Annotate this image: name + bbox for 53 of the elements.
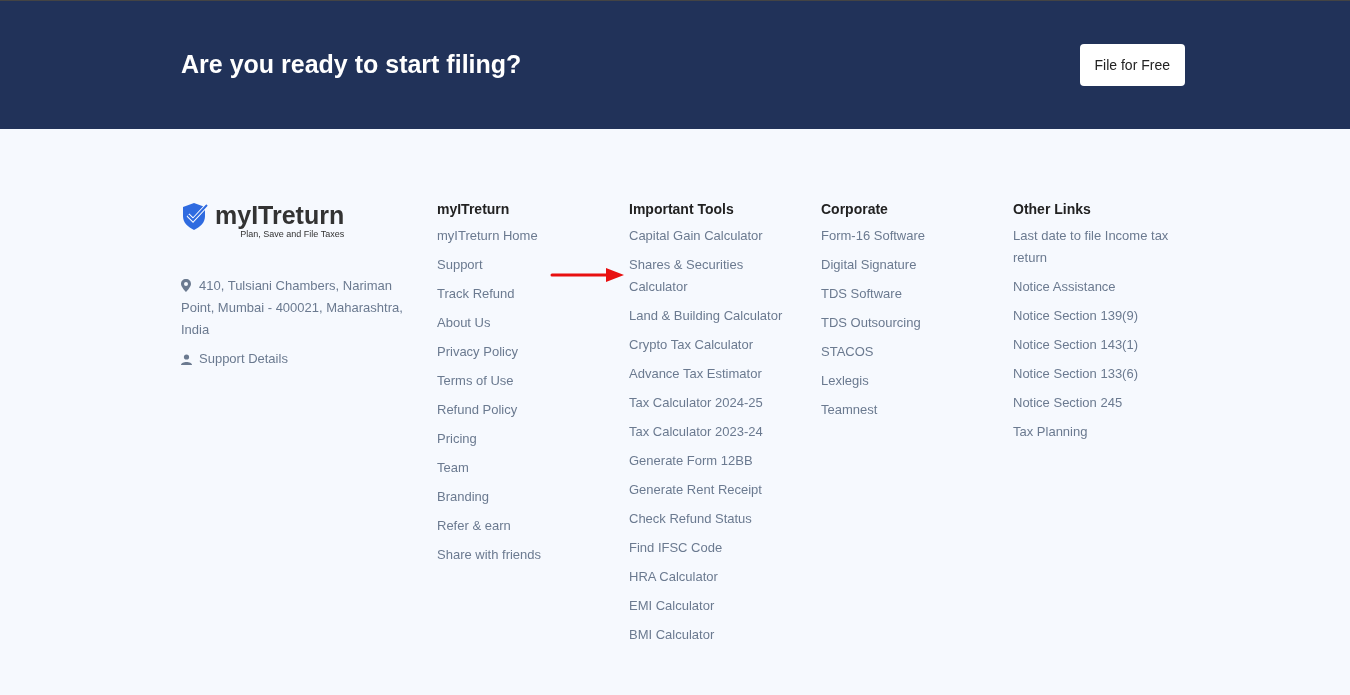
footer-link[interactable]: Digital Signature — [821, 254, 997, 276]
brand-tagline: Plan, Save and File Taxes — [240, 229, 345, 239]
brand-name: myITreturn — [215, 201, 345, 229]
footer-link[interactable]: Support — [437, 254, 613, 276]
banner-title: Are you ready to start filing? — [181, 49, 522, 81]
map-pin-icon — [181, 278, 191, 292]
footer-link[interactable]: Generate Form 12BB — [629, 450, 805, 472]
address-text: 410, Tulsiani Chambers, Nariman Point, Mumbai - 400021, Maharashtra, India — [181, 277, 404, 339]
footer-link[interactable]: Team — [437, 457, 613, 479]
footer-link[interactable]: Find IFSC Code — [629, 537, 805, 559]
footer-link[interactable]: Terms of Use — [437, 370, 613, 392]
footer-link[interactable]: Branding — [437, 486, 613, 508]
footer-link[interactable]: Notice Assistance — [1013, 276, 1189, 298]
support-details-link[interactable]: Support Details — [199, 348, 288, 370]
footer-link[interactable]: Land & Building Calculator — [629, 305, 805, 327]
footer-link[interactable]: Teamnest — [821, 399, 997, 421]
footer-link[interactable]: Check Refund Status — [629, 508, 805, 530]
footer-link[interactable]: myITreturn Home — [437, 225, 613, 247]
footer-link[interactable]: Generate Rent Receipt — [629, 479, 805, 501]
footer-link[interactable]: BMI Calculator — [629, 624, 805, 646]
footer-link[interactable]: Tax Calculator 2023-24 — [629, 421, 805, 443]
column-heading: Other Links — [1013, 200, 1092, 218]
footer-link[interactable]: Notice Section 245 — [1013, 392, 1189, 414]
column-heading: Important Tools — [629, 200, 735, 218]
footer-link[interactable]: Shares & Securities Calculator — [629, 254, 805, 298]
footer-link[interactable]: Pricing — [437, 428, 613, 450]
footer-link[interactable]: TDS Outsourcing — [821, 312, 997, 334]
footer-link[interactable]: HRA Calculator — [629, 566, 805, 588]
footer-link[interactable]: Tax Planning — [1013, 421, 1189, 443]
footer-link[interactable]: Refund Policy — [437, 399, 613, 421]
column-heading: Corporate — [821, 200, 889, 218]
footer-link[interactable]: Notice Section 139(9) — [1013, 305, 1189, 327]
footer-link[interactable]: Last date to file Income tax return — [1013, 225, 1189, 269]
column-heading: myITreturn — [437, 200, 511, 218]
footer-link[interactable]: Crypto Tax Calculator — [629, 334, 805, 356]
footer-link[interactable]: TDS Software — [821, 283, 997, 305]
file-for-free-button[interactable]: File for Free — [1079, 44, 1185, 86]
footer-link[interactable]: Privacy Policy — [437, 341, 613, 363]
footer-link[interactable]: Notice Section 143(1) — [1013, 334, 1189, 356]
footer-link[interactable]: STACOS — [821, 341, 997, 363]
footer-link[interactable]: Lexlegis — [821, 370, 997, 392]
footer-link[interactable]: Refer & earn — [437, 515, 613, 537]
footer-link[interactable]: Track Refund — [437, 283, 613, 305]
shield-check-icon — [181, 201, 209, 231]
footer-link[interactable]: Capital Gain Calculator — [629, 225, 805, 247]
footer-link[interactable]: EMI Calculator — [629, 595, 805, 617]
footer-link[interactable]: Tax Calculator 2024-25 — [629, 392, 805, 414]
footer-link[interactable]: Notice Section 133(6) — [1013, 363, 1189, 385]
footer-link[interactable]: Share with friends — [437, 544, 613, 566]
user-icon — [181, 353, 192, 365]
footer-link[interactable]: Form-16 Software — [821, 225, 997, 247]
footer-link[interactable]: Advance Tax Estimator — [629, 363, 805, 385]
footer-link[interactable]: About Us — [437, 312, 613, 334]
